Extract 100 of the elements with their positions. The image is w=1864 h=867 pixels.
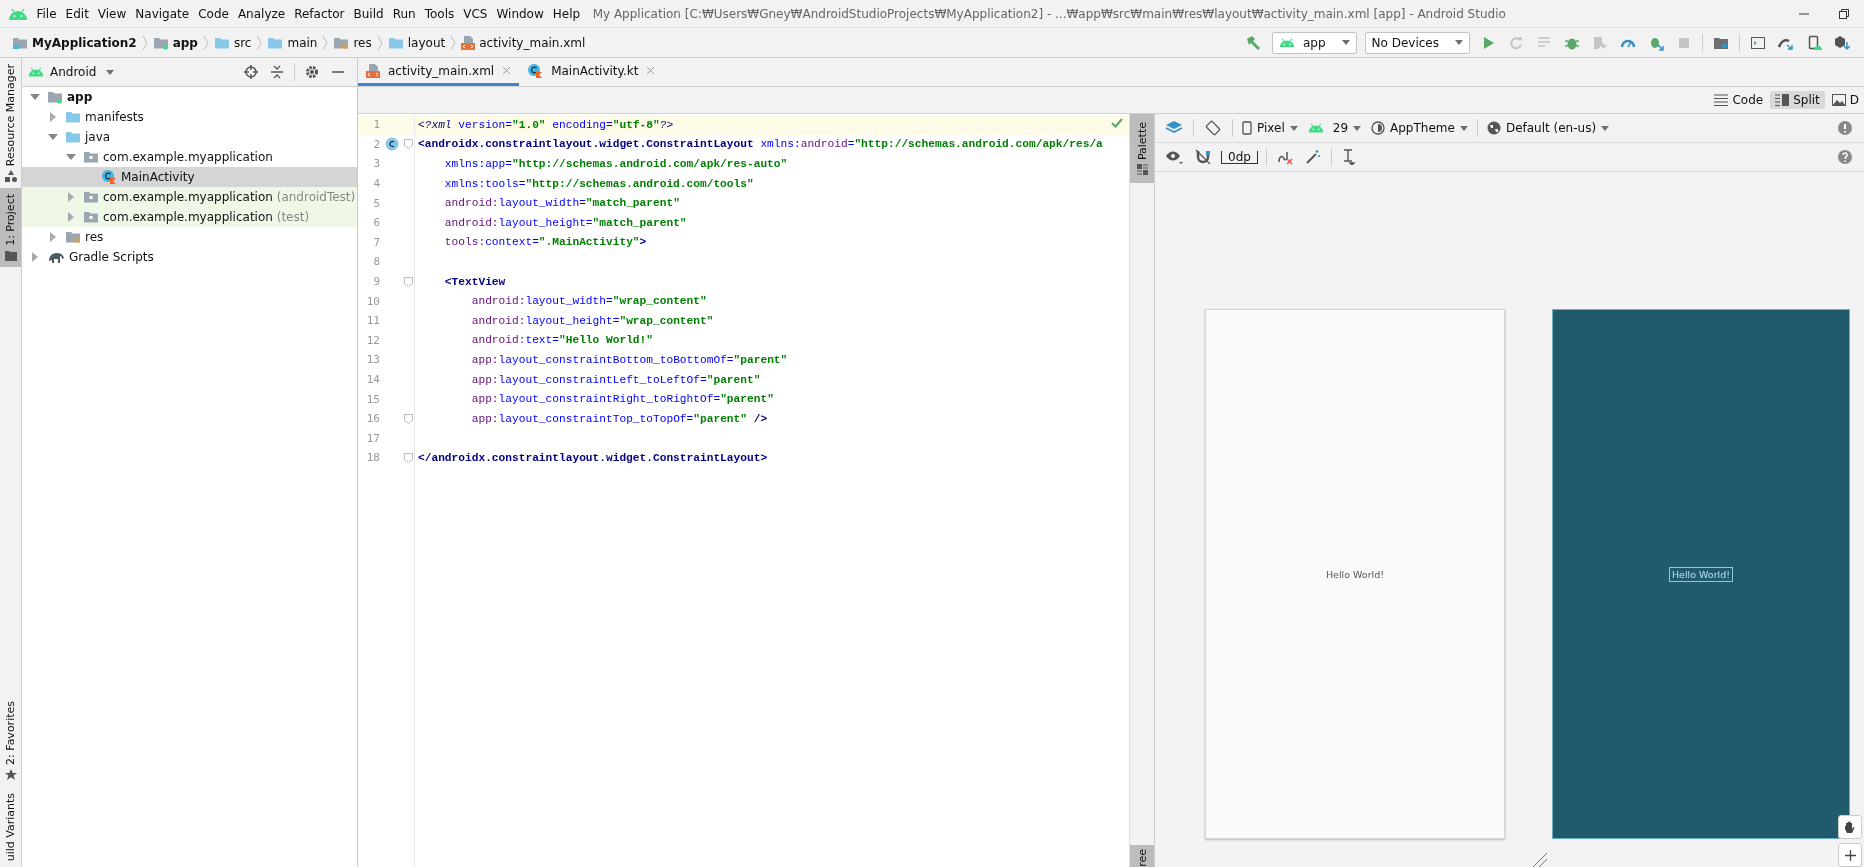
menu-item[interactable]: Code <box>193 6 234 21</box>
menu-item[interactable]: File <box>32 6 62 21</box>
menu-item[interactable]: Window <box>491 6 549 21</box>
collapse-all-icon[interactable] <box>270 65 284 79</box>
menu-item[interactable]: Navigate <box>130 6 194 21</box>
expand-arrow-icon[interactable] <box>30 252 40 262</box>
breadcrumb-item[interactable]: main <box>263 35 322 50</box>
menu-item[interactable]: Analyze <box>233 6 290 21</box>
menu-item[interactable]: Edit <box>61 6 94 21</box>
breadcrumb-item[interactable]: app <box>148 35 202 50</box>
breadcrumb-item[interactable]: MyApplication2 <box>8 35 141 50</box>
menu-item[interactable]: Tools <box>420 6 459 21</box>
blueprint-preview-screen[interactable]: Hello World! <box>1552 309 1850 839</box>
expand-arrow-icon[interactable] <box>66 192 76 202</box>
tree-item[interactable]: manifests <box>22 107 357 127</box>
crosshair-icon[interactable] <box>244 65 258 79</box>
line-number: 13 <box>365 353 380 367</box>
line-number: 5 <box>372 196 380 210</box>
menu-item[interactable]: View <box>93 6 131 21</box>
text-view[interactable]: Hello World! <box>1325 568 1385 580</box>
tree-item[interactable]: com.example.myapplication <box>22 147 357 167</box>
help-icon[interactable] <box>1838 150 1852 164</box>
tool-window-button[interactable]: 1: Project <box>0 188 21 267</box>
view-mode-button[interactable]: Split <box>1770 91 1825 109</box>
run-configuration-dropdown[interactable]: app <box>1271 31 1357 54</box>
close-icon[interactable] <box>646 66 656 75</box>
tree-item[interactable]: app <box>22 87 357 107</box>
component-tree-button[interactable]: ree <box>1130 845 1154 867</box>
tree-item[interactable]: com.example.myapplication (test) <box>22 207 357 227</box>
pan-button[interactable] <box>1838 815 1862 839</box>
locale-dropdown[interactable]: Default (en-us) <box>1486 121 1610 135</box>
fold-marker-icon[interactable] <box>404 276 413 287</box>
expand-arrow-icon[interactable] <box>66 212 76 222</box>
magic-wand-icon[interactable] <box>1304 149 1321 165</box>
collapse-arrow-icon[interactable] <box>30 92 40 102</box>
breadcrumb-item[interactable]: res <box>329 35 376 50</box>
device-dropdown[interactable]: No Devices <box>1364 31 1470 54</box>
breadcrumb-item[interactable]: activity_main.xml <box>457 35 590 50</box>
menu-item[interactable]: VCS <box>458 6 492 21</box>
view-mode-button[interactable]: Code <box>1709 91 1769 109</box>
caret-icon <box>1601 125 1610 131</box>
default-margin-button[interactable]: 0dp <box>1221 150 1258 164</box>
close-icon[interactable] <box>502 66 512 75</box>
tree-item[interactable]: com.example.myapplication (androidTest) <box>22 187 357 207</box>
layers-icon[interactable] <box>1165 120 1183 136</box>
editor-tab[interactable]: activity_main.xml <box>358 58 520 86</box>
menu-item[interactable]: Run <box>388 6 421 21</box>
package-download-icon[interactable] <box>1834 34 1850 51</box>
code-line: <?xml version="1.0" encoding="utf-8"?> <box>418 118 674 131</box>
folder-icon <box>65 110 81 124</box>
line-number: 16 <box>365 412 380 426</box>
tree-item[interactable]: Gradle Scripts <box>22 247 357 267</box>
palette-button[interactable]: Palette <box>1130 114 1154 184</box>
tool-window-button[interactable]: Resource Manager <box>0 58 21 189</box>
tree-item[interactable]: java <box>22 127 357 147</box>
zoom-in-button[interactable] <box>1838 843 1862 867</box>
tool-window-button[interactable]: 2: Favorites <box>0 694 21 787</box>
warning-icon[interactable] <box>1838 121 1852 135</box>
collapse-arrow-icon[interactable] <box>48 132 58 142</box>
rotate-icon[interactable] <box>1204 120 1222 136</box>
fold-marker-icon[interactable] <box>404 413 413 424</box>
check-icon[interactable] <box>1111 118 1123 128</box>
fold-marker-icon[interactable] <box>404 452 413 463</box>
device-dropdown[interactable]: Pixel <box>1242 121 1298 135</box>
tool-window-button[interactable]: uild Variants <box>0 786 21 867</box>
eye-icon[interactable] <box>1165 150 1183 164</box>
breadcrumb-item[interactable]: src <box>209 35 256 50</box>
text-view[interactable]: Hello World! <box>1668 566 1734 582</box>
module-folder-icon <box>152 35 169 50</box>
resize-handle-icon[interactable] <box>1532 852 1548 867</box>
restore-icon[interactable] <box>1838 7 1850 20</box>
chevron-icon <box>322 34 329 51</box>
editor-tab[interactable]: MainActivity.kt <box>519 58 664 86</box>
line-number: 8 <box>372 255 380 269</box>
theme-dropdown[interactable]: AppTheme <box>1371 121 1468 135</box>
line-number: 9 <box>372 275 380 289</box>
collapse-arrow-icon[interactable] <box>66 152 76 162</box>
api-level-dropdown[interactable]: 29 <box>1307 121 1362 135</box>
tree-item[interactable]: MainActivity <box>22 167 357 187</box>
code-line: android:text="Hello World!" <box>470 334 653 347</box>
guideline-icon[interactable] <box>1341 149 1356 165</box>
menu-item[interactable]: Refactor <box>289 6 350 21</box>
clear-constraints-icon[interactable] <box>1276 149 1293 165</box>
caret-icon <box>1455 40 1463 45</box>
gear-icon[interactable] <box>305 65 319 79</box>
chevron-icon <box>202 34 209 51</box>
menu-item[interactable]: Help <box>548 6 585 21</box>
breadcrumb-item[interactable]: layout <box>383 35 450 50</box>
magnet-off-icon[interactable] <box>1195 149 1211 165</box>
caret-icon <box>1353 125 1362 131</box>
expand-arrow-icon[interactable] <box>48 112 58 122</box>
phone-icon[interactable] <box>1806 34 1822 51</box>
terminal-icon[interactable] <box>1750 34 1766 51</box>
fold-marker-icon[interactable] <box>404 139 413 150</box>
project-view-dropdown[interactable]: Android <box>28 65 115 79</box>
expand-arrow-icon[interactable] <box>48 232 58 242</box>
class-marker-icon[interactable] <box>385 137 399 152</box>
tree-item[interactable]: res <box>22 227 357 247</box>
view-mode-button[interactable]: D <box>1826 91 1864 109</box>
menu-item[interactable]: Build <box>349 6 389 21</box>
